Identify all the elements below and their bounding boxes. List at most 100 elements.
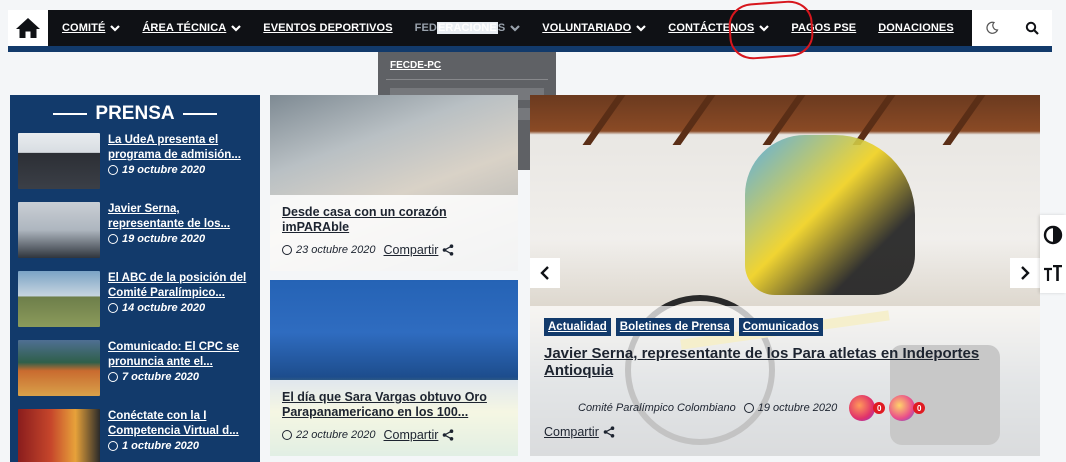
nav-item-label-suffix: S — [497, 22, 506, 34]
news-thumbnail[interactable] — [18, 409, 100, 462]
share-icon — [443, 244, 454, 256]
hero-photo-detail — [582, 95, 626, 145]
card-caption: Desde casa con un corazón imPARAble 23 o… — [270, 195, 518, 271]
card-meta: 23 octubre 2020 Compartir — [282, 243, 506, 257]
accessibility-toolbar — [1040, 215, 1066, 293]
news-title-link[interactable]: La UdeA presenta el programa de admisión… — [108, 133, 252, 163]
dropdown-divider — [386, 79, 548, 80]
list-item[interactable]: El ABC de la posición del Comité Paralím… — [18, 271, 252, 329]
prensa-title: PRENSA — [95, 103, 175, 124]
tag-comunicados[interactable]: Comunicados — [738, 318, 823, 336]
news-title-link[interactable]: El ABC de la posición del Comité Paralím… — [108, 271, 252, 301]
nav-item-voluntariado[interactable]: VOLUNTARIADO — [542, 22, 647, 34]
prensa-heading: PRENSA — [18, 103, 252, 125]
share-icon — [603, 426, 615, 438]
card-title-link[interactable]: Desde casa con un corazón imPARAble — [282, 205, 506, 235]
hero-photo-detail — [942, 95, 986, 145]
news-title-link[interactable]: Javier Serna, representante de los... — [108, 202, 252, 232]
card-caption: El día que Sara Vargas obtuvo Oro Parapa… — [270, 380, 518, 456]
card-title-link[interactable]: El día que Sara Vargas obtuvo Oro Parapa… — [282, 390, 506, 420]
chevron-right-icon — [1021, 266, 1030, 280]
tag-actualidad[interactable]: Actualidad — [544, 318, 611, 336]
moon-icon[interactable] — [985, 21, 999, 35]
nav-item-area-tecnica[interactable]: ÁREA TÉCNICA — [142, 22, 242, 34]
clock-icon — [108, 441, 118, 451]
news-thumbnail[interactable] — [18, 271, 100, 327]
slider-prev-button[interactable] — [530, 258, 560, 288]
list-item[interactable]: Conéctate con la I Competencia Virtual d… — [18, 409, 252, 462]
news-date-text: 14 octubre 2020 — [122, 302, 206, 314]
nav-item-label: COMITÉ — [62, 22, 106, 34]
card-date: 23 octubre 2020 — [282, 244, 376, 256]
hero-photo-detail — [672, 95, 716, 145]
annotation-circle — [727, 0, 815, 61]
card-date: 22 octubre 2020 — [282, 429, 376, 441]
news-card[interactable]: Desde casa con un corazón imPARAble 23 o… — [270, 95, 518, 271]
news-date-text: 19 octubre 2020 — [122, 233, 206, 245]
hero-photo-detail — [745, 135, 915, 295]
nav-item-federaciones[interactable]: FED ERACIONE S — [415, 22, 521, 34]
share-label: Compartir — [544, 425, 599, 439]
clock-icon — [108, 372, 118, 382]
share-icon — [443, 429, 454, 441]
hero-photo-detail — [852, 95, 896, 145]
card-date-text: 23 octubre 2020 — [296, 244, 376, 256]
tag-list: Actualidad Boletines de Prensa Comunicad… — [544, 318, 1026, 336]
news-date-text: 1 octubre 2020 — [122, 440, 200, 452]
news-thumbnail[interactable] — [18, 202, 100, 258]
news-date-text: 19 octubre 2020 — [122, 164, 206, 176]
news-title-link[interactable]: Conéctate con la I Competencia Virtual d… — [108, 409, 252, 439]
share-button[interactable]: Compartir — [384, 243, 455, 257]
news-title-link[interactable]: Comunicado: El CPC se pronuncia ante el.… — [108, 340, 252, 370]
nav-item-eventos-deportivos[interactable]: EVENTOS DEPORTIVOS — [263, 22, 392, 34]
nav-tools — [972, 10, 1052, 46]
list-item[interactable]: Comunicado: El CPC se pronuncia ante el.… — [18, 340, 252, 398]
news-date-text: 7 octubre 2020 — [122, 371, 200, 383]
hero-date-text: 19 octubre 2020 — [757, 402, 838, 414]
news-date: 19 octubre 2020 — [108, 233, 252, 245]
nav-item-label: EVENTOS DEPORTIVOS — [263, 22, 393, 34]
like-reaction-icon[interactable]: 0 — [849, 395, 886, 421]
list-item[interactable]: Javier Serna, representante de los... 19… — [18, 202, 252, 260]
reactions: 0 0 — [849, 395, 926, 421]
hero-title-link[interactable]: Javier Serna, representante de los Para … — [544, 345, 984, 379]
contrast-icon[interactable] — [1043, 225, 1063, 245]
card-date-text: 22 octubre 2020 — [296, 429, 376, 441]
news-date: 1 octubre 2020 — [108, 440, 252, 452]
nav-item-comite[interactable]: COMITÉ — [62, 22, 121, 34]
hero-meta: Comité Paralímpico Colombiano 19 octubre… — [578, 395, 1026, 421]
dropdown-item-fecde-pc[interactable]: FECDE-PC — [378, 52, 556, 79]
news-date: 14 octubre 2020 — [108, 302, 252, 314]
clock-icon — [282, 430, 292, 440]
list-item[interactable]: La UdeA presenta el programa de admisión… — [18, 133, 252, 191]
hero-caption: Actualidad Boletines de Prensa Comunicad… — [530, 306, 1040, 456]
share-button[interactable]: Compartir — [384, 428, 455, 442]
nav-menu: COMITÉ ÁREA TÉCNICA EVENTOS DEPORTIVOS F… — [62, 10, 976, 46]
heading-rule — [53, 113, 88, 115]
nav-item-label-selection: ERACIONE — [436, 22, 498, 34]
nav-item-label: ÁREA TÉCNICA — [142, 22, 227, 34]
news-thumbnail[interactable] — [18, 133, 100, 189]
heading-rule — [182, 113, 217, 115]
news-thumbnail[interactable] — [18, 340, 100, 396]
tag-boletines[interactable]: Boletines de Prensa — [615, 318, 734, 336]
slider-next-button[interactable] — [1010, 258, 1040, 288]
share-button[interactable]: Compartir — [544, 425, 1026, 439]
chevron-down-icon — [231, 25, 242, 32]
dislike-reaction-icon[interactable]: 0 — [889, 395, 926, 421]
clock-icon — [282, 245, 292, 255]
hero-slider[interactable]: Actualidad Boletines de Prensa Comunicad… — [530, 95, 1040, 456]
search-icon[interactable] — [1025, 21, 1039, 35]
hero-date: 19 octubre 2020 — [743, 402, 838, 414]
clock-icon — [108, 303, 118, 313]
news-card[interactable]: El día que Sara Vargas obtuvo Oro Parapa… — [270, 280, 518, 456]
nav-item-label-prefix: FED — [414, 22, 437, 34]
page: COMITÉ ÁREA TÉCNICA EVENTOS DEPORTIVOS F… — [0, 0, 1066, 462]
chevron-left-icon — [540, 266, 549, 280]
news-date: 19 octubre 2020 — [108, 164, 252, 176]
chevron-down-icon — [110, 25, 121, 32]
nav-item-donaciones[interactable]: DONACIONES — [878, 22, 954, 34]
text-size-icon[interactable] — [1043, 265, 1063, 283]
share-label: Compartir — [383, 428, 439, 442]
home-button[interactable] — [8, 10, 48, 46]
